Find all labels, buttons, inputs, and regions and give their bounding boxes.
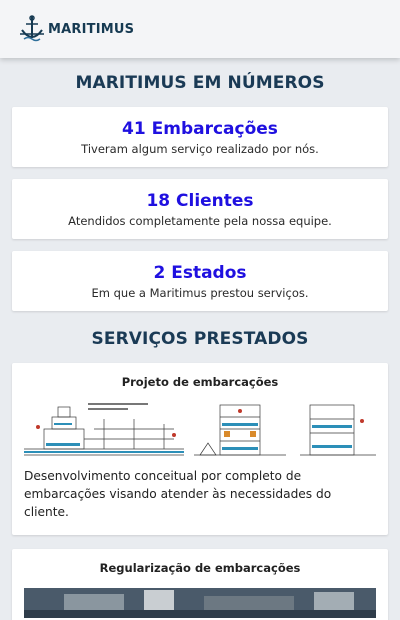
stat-description: Em que a Maritimus prestou serviços. bbox=[91, 286, 309, 300]
service-card-project[interactable]: Projeto de embarcações Desenvolvimento c… bbox=[12, 363, 388, 535]
vessel-photo-image bbox=[24, 588, 376, 618]
stat-card-states: 2 Estados Em que a Maritimus prestou ser… bbox=[12, 251, 388, 311]
stat-card-clients: 18 Clientes Atendidos completamente pela… bbox=[12, 179, 388, 239]
service-title: Regularização de embarcações bbox=[99, 561, 301, 575]
brand-logo[interactable]: MARITIMUS bbox=[18, 14, 134, 44]
vessel-photo-shapes bbox=[24, 588, 376, 618]
ship-wheel-anchor-icon bbox=[20, 15, 44, 42]
stat-value: 2 Estados bbox=[153, 263, 247, 283]
stat-card-vessels: 41 Embarcações Tiveram algum serviço rea… bbox=[12, 107, 388, 167]
stat-value: 41 Embarcações bbox=[122, 119, 278, 139]
top-navbar: MARITIMUS bbox=[0, 0, 400, 58]
services-section-title: SERVIÇOS PRESTADOS bbox=[91, 329, 309, 349]
vessel-blueprint-image bbox=[24, 399, 376, 463]
service-description: Desenvolvimento conceitual por completo … bbox=[24, 469, 332, 519]
stat-description: Tiveram algum serviço realizado por nós. bbox=[81, 142, 319, 156]
brand-name: MARITIMUS bbox=[48, 21, 135, 37]
service-card-regularization[interactable]: Regularização de embarcações bbox=[12, 549, 388, 620]
service-title: Projeto de embarcações bbox=[121, 375, 279, 389]
stat-value: 18 Clientes bbox=[146, 191, 254, 211]
stat-description: Atendidos completamente pela nossa equip… bbox=[68, 214, 332, 228]
numbers-section-title: MARITIMUS EM NÚMEROS bbox=[75, 73, 325, 93]
